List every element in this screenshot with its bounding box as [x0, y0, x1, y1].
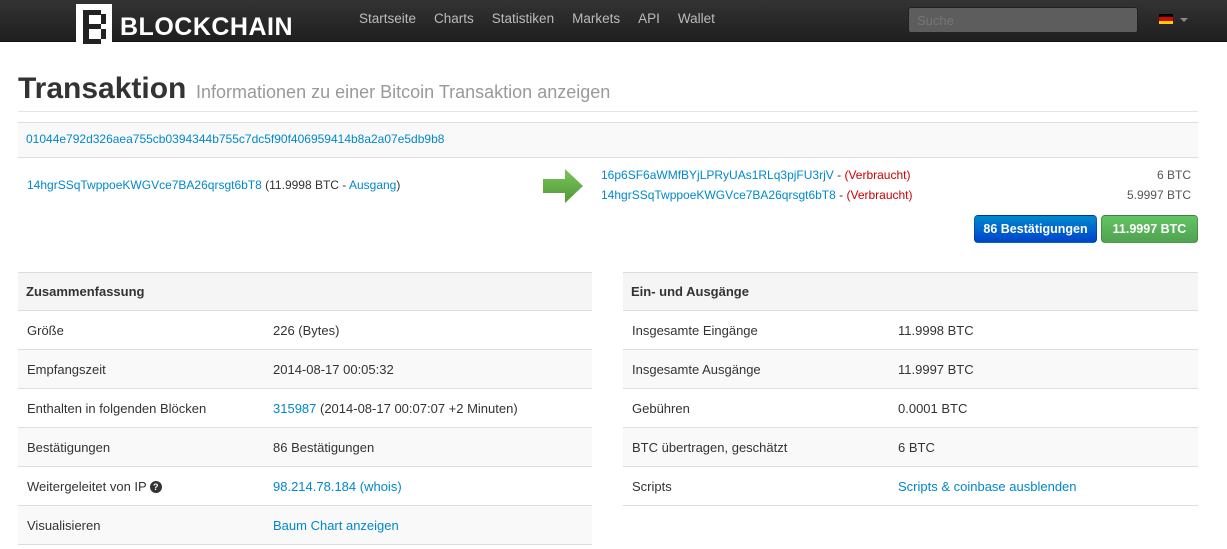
row-label: Insgesamte Ausgänge	[632, 362, 761, 377]
row-value: Baum Chart anzeigen	[273, 518, 399, 533]
transaction-outputs: 16p6SF6aWMfBYjLPRyUAs1RLq3pjFU3rjV - (Ve…	[601, 168, 1191, 208]
row-value: 86 Bestätigungen	[273, 440, 375, 455]
output-row: 16p6SF6aWMfBYjLPRyUAs1RLq3pjFU3rjV - (Ve…	[601, 168, 1191, 188]
transaction-hash-link[interactable]: 01044e792d326aea755cb0394344b755c7dc5f90…	[26, 132, 444, 146]
row-label: Bestätigungen	[27, 440, 111, 455]
hide-scripts-link[interactable]: Scripts & coinbase ausblenden	[898, 479, 1077, 494]
search-input[interactable]	[908, 7, 1138, 33]
table-row: Gebühren 0.0001 BTC	[623, 389, 1198, 428]
input-type-link[interactable]: Ausgang	[349, 178, 396, 192]
output-address-link[interactable]: 14hgrSSqTwppoeKWGVce7BA26qrsgt6bT8	[601, 188, 836, 202]
row-label: Visualisieren	[27, 518, 101, 533]
table-row: Empfangszeit 2014-08-17 00:05:32	[18, 350, 592, 389]
question-icon[interactable]: ?	[149, 481, 162, 493]
table-row: Visualisieren Baum Chart anzeigen	[18, 506, 592, 545]
table-row: Enthalten in folgenden Blöcken 315987 (2…	[18, 389, 592, 428]
row-label: BTC übertragen, geschätzt	[632, 440, 788, 455]
output-amount: 6 BTC	[1156, 168, 1191, 182]
nav-api[interactable]: API	[629, 0, 669, 40]
row-value: 315987 (2014-08-17 00:07:07 +2 Minuten)	[273, 401, 518, 416]
tree-chart-link[interactable]: Baum Chart anzeigen	[273, 518, 399, 533]
transaction-input: 14hgrSSqTwppoeKWGVce7BA26qrsgt6bT8 (11.9…	[27, 178, 400, 192]
row-value: 98.214.78.184 (whois)	[273, 479, 402, 494]
row-label: Enthalten in folgenden Blöcken	[27, 401, 207, 416]
row-label: Größe	[27, 323, 64, 338]
input-amount: (11.9998 BTC -	[265, 178, 349, 192]
output-spent-link[interactable]: (Verbraucht)	[846, 188, 912, 202]
output-amount: 5.9997 BTC	[1126, 188, 1191, 202]
output-separator: -	[835, 188, 847, 202]
row-label: Empfangszeit	[27, 362, 106, 377]
nav-markets[interactable]: Markets	[563, 0, 629, 40]
row-value: Scripts & coinbase ausblenden	[898, 479, 1077, 494]
row-value: 0.0001 BTC	[898, 401, 968, 416]
page-subtitle: Informationen zu einer Bitcoin Transakti…	[196, 82, 611, 102]
row-value: 11.9997 BTC	[898, 362, 974, 377]
row-value: 2014-08-17 00:05:32	[273, 362, 394, 377]
row-label: Weitergeleitet von IP?	[27, 479, 162, 494]
table-row: Größe 226 (Bytes)	[18, 311, 592, 350]
table-row: Scripts Scripts & coinbase ausblenden	[623, 467, 1198, 506]
input-address-link[interactable]: 14hgrSSqTwppoeKWGVce7BA26qrsgt6bT8	[27, 178, 262, 192]
io-table-header: Ein- und Ausgänge	[623, 273, 1198, 311]
navbar: BLOCKCHAIN Startseite Charts Statistiken…	[0, 0, 1227, 50]
arrow-right-icon	[543, 169, 583, 203]
output-row: 14hgrSSqTwppoeKWGVce7BA26qrsgt6bT8 - (Ve…	[601, 188, 1191, 208]
transaction-hash-row: 01044e792d326aea755cb0394344b755c7dc5f90…	[18, 122, 1198, 158]
row-value: 226 (Bytes)	[273, 323, 340, 338]
row-value: 11.9998 BTC	[898, 323, 974, 338]
row-label: Gebühren	[632, 401, 690, 416]
table-row: Insgesamte Ausgänge 11.9997 BTC	[623, 350, 1198, 389]
confirmations-button[interactable]: 86 Bestätigungen	[974, 215, 1097, 243]
table-row: Insgesamte Eingänge 11.9998 BTC	[623, 311, 1198, 350]
table-row: Weitergeleitet von IP? 98.214.78.184 (wh…	[18, 467, 592, 506]
total-amount-button[interactable]: 11.9997 BTC	[1101, 215, 1198, 243]
summary-table: Zusammenfassung Größe 226 (Bytes) Empfan…	[18, 272, 592, 545]
output-address-link[interactable]: 16p6SF6aWMfBYjLPRyUAs1RLq3pjFU3rjV	[601, 168, 834, 182]
table-row: BTC übertragen, geschätzt 6 BTC	[623, 428, 1198, 467]
block-height-link[interactable]: 315987	[273, 401, 316, 416]
input-close-paren: )	[396, 178, 401, 192]
page-header: Transaktion Informationen zu einer Bitco…	[18, 72, 1198, 112]
table-row: Bestätigungen 86 Bestätigungen	[18, 428, 592, 467]
nav-startseite[interactable]: Startseite	[350, 0, 425, 40]
chevron-down-icon[interactable]	[1180, 18, 1188, 22]
nav-wallet[interactable]: Wallet	[669, 0, 724, 40]
brand-logo[interactable]: BLOCKCHAIN	[74, 3, 293, 51]
row-value: 6 BTC	[898, 440, 935, 455]
main-nav: Startseite Charts Statistiken Markets AP…	[350, 0, 724, 40]
transaction-body: 14hgrSSqTwppoeKWGVce7BA26qrsgt6bT8 (11.9…	[18, 158, 1198, 248]
nav-charts[interactable]: Charts	[425, 0, 483, 40]
output-separator: -	[833, 168, 845, 182]
summary-table-header: Zusammenfassung	[18, 273, 592, 311]
brand-name: BLOCKCHAIN	[120, 12, 294, 41]
relayed-ip-link[interactable]: 98.214.78.184 (whois)	[273, 479, 402, 494]
german-flag-icon[interactable]	[1159, 14, 1173, 24]
page-title: Transaktion	[18, 72, 187, 105]
row-label: Insgesamte Eingänge	[632, 323, 758, 338]
nav-statistiken[interactable]: Statistiken	[483, 0, 563, 40]
blockchain-logo-icon	[76, 4, 112, 50]
output-spent-link[interactable]: (Verbraucht)	[844, 168, 910, 182]
row-label: Scripts	[632, 479, 672, 494]
inputs-outputs-table: Ein- und Ausgänge Insgesamte Eingänge 11…	[623, 272, 1198, 506]
